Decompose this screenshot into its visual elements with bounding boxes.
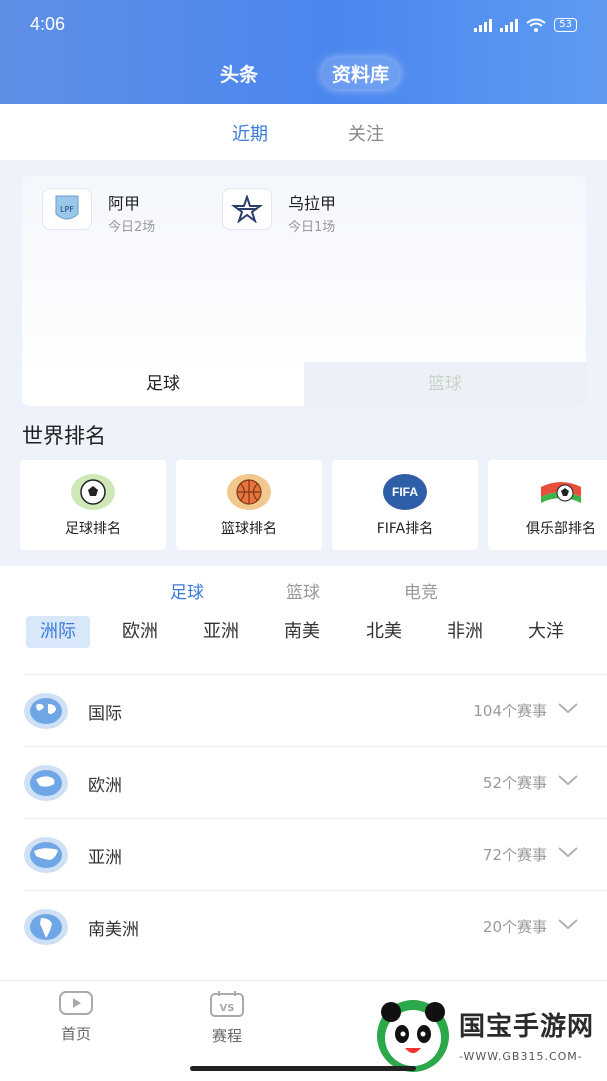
region-south-america[interactable]: 南美 [284,616,320,648]
battery-icon: 53 [554,18,577,32]
lpf-logo-icon: LPF [42,188,92,230]
nav-label: 首页 [60,1025,91,1043]
category-basketball[interactable]: 篮球 [286,578,320,603]
continent-row[interactable]: 国际 104个赛事 [24,674,607,747]
chevron-down-icon[interactable] [557,917,579,931]
region-asia[interactable]: 亚洲 [203,616,239,648]
continent-row[interactable]: 亚洲 72个赛事 [24,818,607,891]
rank-label: 篮球排名 [221,521,277,537]
svg-text:VS: VS [220,1003,235,1014]
wifi-icon [526,18,546,32]
continent-name: 南美洲 [88,920,139,940]
world-rank-list: 足球排名 篮球排名 FIFA FIFA排名 俱乐部排名 [20,460,607,550]
continent-name: 国际 [88,704,122,724]
world-rank-title: 世界排名 [22,424,106,448]
competition-browser: 足球 篮球 电竞 洲际 欧洲 亚洲 南美 北美 非洲 大洋 国际 104个赛事 … [0,566,607,980]
tab-database[interactable]: 资料库 [322,58,400,89]
continent-name: 亚洲 [88,848,122,868]
app-header: 4:06 53 头条 资料库 [0,0,607,104]
region-intercontinental[interactable]: 洲际 [26,616,90,648]
sport-tab-football[interactable]: 足球 [22,362,304,406]
status-bar: 4:06 53 [30,14,577,40]
tab-follow[interactable]: 关注 [348,120,384,146]
signal-icon [474,18,493,32]
rank-card-club[interactable]: 俱乐部排名 [488,460,607,550]
top-tabs: 头条 资料库 [0,58,607,90]
basketball-icon [227,474,271,510]
signal-icon-2 [500,18,519,32]
league-name: 乌拉甲 [288,194,337,213]
svg-text:LPF: LPF [60,205,74,214]
continent-count: 52个赛事 [482,774,547,792]
nav-home[interactable]: 首页 [46,989,106,1044]
continent-row[interactable]: 欧洲 52个赛事 [24,746,607,819]
vs-icon: VS [210,991,244,1017]
sport-tabs: 足球 篮球 [22,362,586,406]
south-america-map-icon [24,909,68,945]
play-icon [59,991,93,1015]
rank-card-basketball[interactable]: 篮球排名 [176,460,322,550]
soccer-ball-icon [71,474,115,510]
star-logo-icon [222,188,272,230]
nav-schedule[interactable]: VS 赛程 [197,989,257,1046]
continent-row[interactable]: 南美洲 20个赛事 [24,890,607,963]
region-europe[interactable]: 欧洲 [122,616,158,648]
tab-headlines[interactable]: 头条 [220,60,258,87]
tab-recent[interactable]: 近期 [232,120,268,146]
league-name: 阿甲 [108,194,141,213]
continent-count: 72个赛事 [482,846,547,864]
sport-tab-basketball[interactable]: 篮球 [304,362,586,406]
rank-card-fifa[interactable]: FIFA FIFA排名 [332,460,478,550]
watermark-url: -WWW.GB315.COM- [459,1050,583,1063]
league-games-today: 今日2场 [108,220,156,235]
club-flag-icon [539,474,583,510]
continent-name: 欧洲 [88,776,122,796]
chevron-down-icon[interactable] [557,701,579,715]
category-football[interactable]: 足球 [170,578,204,603]
continent-count: 104个赛事 [473,702,547,720]
chevron-down-icon[interactable] [557,773,579,787]
continent-count: 20个赛事 [482,918,547,936]
status-icons: 53 [474,18,577,32]
home-indicator [190,1066,416,1071]
globe-icon [24,693,68,729]
rank-card-football[interactable]: 足球排名 [20,460,166,550]
league-card: LPF 阿甲 今日2场 乌拉甲 今日1场 足球 篮球 [22,176,586,406]
asia-map-icon [24,837,68,873]
chevron-down-icon[interactable] [557,845,579,859]
sub-tabs: 近期 关注 [0,104,607,160]
nav-label: 赛程 [211,1027,242,1045]
league-games-today: 今日1场 [288,220,336,235]
region-north-america[interactable]: 北美 [366,616,402,648]
rank-label: FIFA排名 [376,521,434,537]
watermark-title: 国宝手游网 [459,1012,595,1042]
fifa-icon: FIFA [383,474,427,510]
status-time: 4:06 [30,14,66,34]
rank-label: 足球排名 [65,521,121,537]
rank-label: 俱乐部排名 [526,521,596,537]
category-esports[interactable]: 电竞 [404,578,438,603]
region-oceania[interactable]: 大洋 [528,616,564,648]
europe-map-icon [24,765,68,801]
region-africa[interactable]: 非洲 [447,616,483,648]
panda-icon [377,1000,449,1072]
